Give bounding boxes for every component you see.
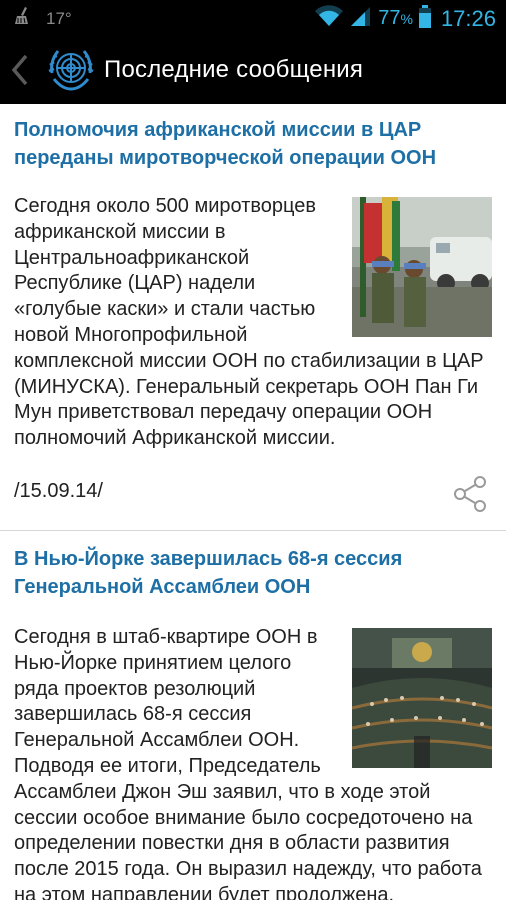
news-date: /15.09.14/	[14, 479, 103, 502]
battery-percent-suffix: %	[400, 11, 413, 27]
signal-icon	[350, 4, 372, 33]
news-photo-peacekeepers[interactable]	[352, 197, 492, 337]
status-right: 77% 17:26	[314, 4, 496, 33]
news-list[interactable]: Полномочия африканской миссии в ЦАР пере…	[0, 104, 506, 900]
battery-percent-value: 77	[378, 7, 401, 29]
news-footer: /15.09.14/	[14, 452, 492, 522]
news-headline[interactable]: В Нью-Йорке завершилась 68-я сессия Гене…	[14, 531, 492, 601]
action-bar: Последние сообщения	[0, 36, 506, 104]
news-item[interactable]: В Нью-Йорке завершилась 68-я сессия Гене…	[0, 531, 506, 900]
broom-notification-icon	[14, 6, 32, 31]
news-headline[interactable]: Полномочия африканской миссии в ЦАР пере…	[14, 104, 492, 172]
clock: 17:26	[440, 5, 496, 31]
wifi-icon	[314, 4, 344, 33]
news-body: Сегодня в штаб-квартире ООН в Нью-Йорке …	[14, 625, 492, 900]
weather-temperature: 17°	[46, 8, 72, 28]
news-body: Сегодня около 500 миротворцев африканско…	[14, 194, 492, 452]
news-photo-general-assembly[interactable]	[352, 627, 492, 768]
status-left: 17°	[14, 6, 72, 31]
share-icon[interactable]	[450, 474, 490, 514]
un-emblem-icon[interactable]	[44, 43, 98, 97]
battery-icon	[418, 4, 431, 33]
battery-percent: 77%	[378, 7, 413, 30]
status-bar: 17° 77% 17:26	[0, 0, 506, 36]
screen-title: Последние сообщения	[104, 56, 364, 83]
chevron-left-icon[interactable]	[10, 36, 36, 104]
news-item[interactable]: Полномочия африканской миссии в ЦАР пере…	[0, 104, 506, 522]
